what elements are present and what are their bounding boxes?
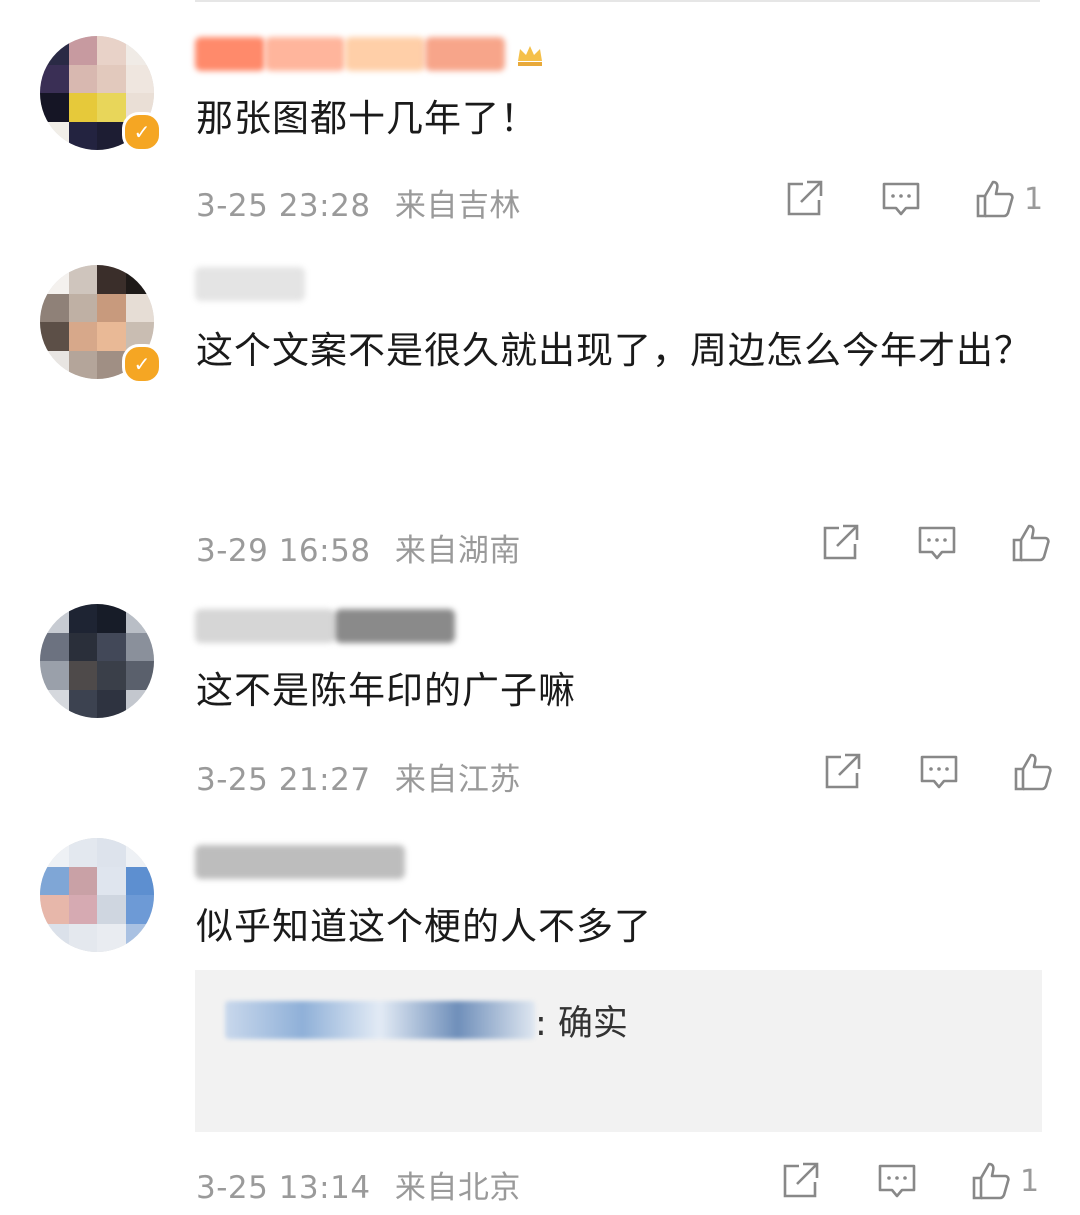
- top-divider: [195, 0, 1040, 2]
- username-redacted[interactable]: [195, 606, 455, 646]
- username-redacted[interactable]: [195, 34, 545, 74]
- thumbs-up-icon[interactable]: [970, 1160, 1012, 1202]
- reply-text: : 确实: [535, 1003, 628, 1044]
- comment-icon[interactable]: [918, 751, 960, 793]
- crown-icon: [518, 46, 542, 66]
- like-count: 1: [1020, 1163, 1040, 1199]
- comment-text: 那张图都十几年了！: [196, 97, 538, 140]
- comment-location: 来自北京: [394, 1170, 521, 1206]
- comment-actions: 1: [779, 1160, 1039, 1202]
- comment-meta: 3-25 13:14 来自北京: [196, 1162, 521, 1207]
- reply-box[interactable]: : 确实: [195, 970, 1042, 1132]
- avatar[interactable]: [40, 838, 154, 952]
- comment-text: 这个文案不是很久就出现了，周边怎么今年才出？: [196, 329, 1032, 372]
- comment-text: 似乎知道这个梗的人不多了: [196, 905, 652, 948]
- comment-date: 3-29 16:58: [196, 533, 371, 569]
- comment-actions: [819, 522, 1060, 564]
- comment-location: 来自江苏: [394, 762, 521, 798]
- verified-badge-icon: ✓: [122, 344, 162, 384]
- avatar[interactable]: [40, 604, 154, 718]
- verified-badge-icon: ✓: [122, 112, 162, 152]
- comment-date: 3-25 21:27: [196, 762, 371, 798]
- share-icon[interactable]: [819, 522, 861, 564]
- comment-location: 来自湖南: [394, 533, 521, 569]
- comment-actions: 1: [783, 178, 1043, 220]
- share-icon[interactable]: [821, 751, 863, 793]
- username-redacted[interactable]: [195, 264, 305, 304]
- comment-icon[interactable]: [916, 522, 958, 564]
- like-count: 1: [1024, 181, 1044, 217]
- share-icon[interactable]: [783, 178, 825, 220]
- share-icon[interactable]: [779, 1160, 821, 1202]
- comment-icon[interactable]: [880, 178, 922, 220]
- comment-meta: 3-25 23:28 来自吉林: [196, 180, 521, 225]
- comment-meta: 3-25 21:27 来自江苏: [196, 754, 521, 799]
- comment-icon[interactable]: [876, 1160, 918, 1202]
- comment-date: 3-25 23:28: [196, 188, 371, 224]
- reply-item[interactable]: : 确实: [225, 998, 628, 1044]
- comment-text: 这不是陈年印的广子嘛: [196, 669, 576, 712]
- username-redacted[interactable]: [195, 842, 405, 882]
- comment-location: 来自吉林: [394, 188, 521, 224]
- thumbs-up-icon[interactable]: [974, 178, 1016, 220]
- comment-meta: 3-29 16:58 来自湖南: [196, 525, 521, 570]
- comment-date: 3-25 13:14: [196, 1170, 371, 1206]
- comment-actions: [821, 751, 1062, 793]
- thumbs-up-icon[interactable]: [1010, 522, 1052, 564]
- thumbs-up-icon[interactable]: [1012, 751, 1054, 793]
